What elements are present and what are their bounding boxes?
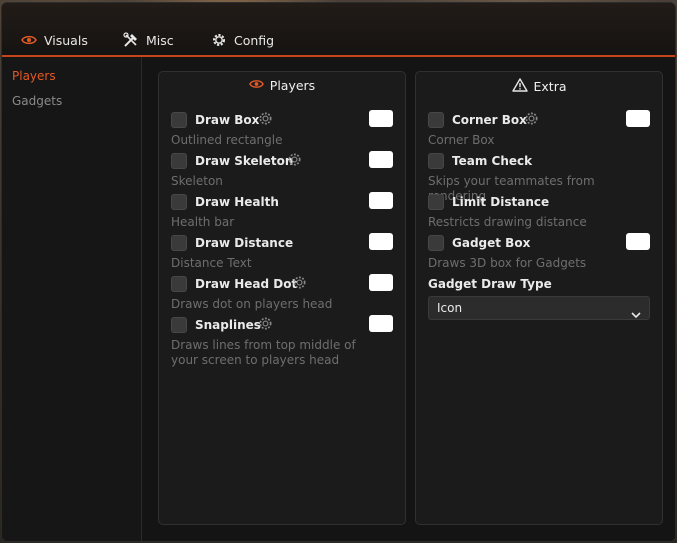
- option-draw-head-dot: Draw Head Dot: [171, 274, 393, 296]
- checkbox[interactable]: [428, 194, 444, 210]
- color-picker[interactable]: [369, 315, 393, 332]
- option-description: Draws dot on players head: [171, 297, 333, 311]
- color-picker[interactable]: [369, 192, 393, 209]
- option-limit-distance: Limit Distance: [428, 194, 650, 214]
- option-label: Draw Head Dot: [195, 277, 298, 291]
- tab-misc[interactable]: Misc: [123, 30, 174, 50]
- checkbox[interactable]: [171, 317, 187, 333]
- eye-icon: [21, 34, 37, 46]
- option-description: your screen to players head: [171, 353, 340, 367]
- option-draw-skeleton: Draw Skeleton: [171, 151, 393, 173]
- checkbox[interactable]: [428, 153, 444, 169]
- gear-icon[interactable]: [258, 316, 273, 335]
- cheat-menu-window: Visuals Misc Config Players Gadgets Play: [1, 2, 676, 542]
- option-draw-health: Draw Health: [171, 192, 393, 214]
- gadget-draw-type-label: Gadget Draw Type: [428, 277, 552, 291]
- warning-icon: [511, 78, 528, 95]
- checkbox[interactable]: [171, 194, 187, 210]
- gadget-draw-type-select[interactable]: Icon: [428, 296, 650, 320]
- color-picker[interactable]: [369, 110, 393, 127]
- sidebar-item-gadgets[interactable]: Gadgets: [12, 94, 62, 108]
- sidebar: Players Gadgets: [2, 57, 142, 541]
- color-picker[interactable]: [369, 151, 393, 168]
- tab-label: Misc: [146, 32, 174, 48]
- option-draw-box: Draw Box: [171, 110, 393, 132]
- option-label: Corner Box: [452, 113, 527, 127]
- tab-visuals[interactable]: Visuals: [21, 30, 88, 50]
- option-description: Draws lines from top middle of: [171, 338, 356, 352]
- option-team-check: Team Check: [428, 153, 650, 173]
- option-gadget-box: Gadget Box: [428, 233, 650, 255]
- tab-config[interactable]: Config: [211, 30, 274, 50]
- panel-header: Extra: [416, 78, 662, 95]
- color-picker[interactable]: [626, 110, 650, 127]
- option-snaplines: Snaplines: [171, 315, 393, 337]
- color-picker[interactable]: [369, 233, 393, 250]
- tab-label: Visuals: [44, 32, 88, 48]
- extra-panel: Extra Corner Box Corner Box Team Check S…: [415, 71, 663, 525]
- option-corner-box: Corner Box: [428, 110, 650, 132]
- checkbox[interactable]: [428, 235, 444, 251]
- panel-title: Players: [269, 78, 316, 93]
- color-picker[interactable]: [369, 274, 393, 291]
- option-label: Draw Health: [195, 195, 279, 209]
- gear-icon[interactable]: [258, 111, 273, 130]
- players-panel: Players Draw Box Outlined rectangle Draw…: [158, 71, 406, 525]
- gear-icon[interactable]: [287, 152, 302, 171]
- option-description: Distance Text: [171, 256, 252, 270]
- gear-icon[interactable]: [292, 275, 307, 294]
- checkbox[interactable]: [171, 276, 187, 292]
- option-label: Snaplines: [195, 318, 261, 332]
- tab-bar: Visuals Misc Config: [2, 3, 675, 57]
- checkbox[interactable]: [171, 153, 187, 169]
- option-description: Skeleton: [171, 174, 223, 188]
- checkbox[interactable]: [171, 112, 187, 128]
- option-label: Team Check: [452, 154, 533, 168]
- chevron-down-icon: [631, 304, 641, 323]
- panel-title: Extra: [533, 79, 567, 94]
- option-label: Draw Skeleton: [195, 154, 294, 168]
- option-description: Restricts drawing distance: [428, 215, 587, 229]
- option-description: Draws 3D box for Gadgets: [428, 256, 587, 270]
- gear-icon[interactable]: [524, 111, 539, 130]
- select-value: Icon: [437, 301, 463, 315]
- eye-icon: [248, 78, 264, 93]
- checkbox[interactable]: [171, 235, 187, 251]
- option-draw-distance: Draw Distance: [171, 233, 393, 255]
- sidebar-item-players[interactable]: Players: [12, 69, 56, 83]
- option-label: Gadget Box: [452, 236, 531, 250]
- option-label: Draw Distance: [195, 236, 294, 250]
- option-description: Corner Box: [428, 133, 495, 147]
- option-label: Limit Distance: [452, 195, 550, 209]
- option-label: Draw Box: [195, 113, 260, 127]
- content-area: Players Draw Box Outlined rectangle Draw…: [142, 57, 675, 541]
- option-description: Health bar: [171, 215, 235, 229]
- option-description: Outlined rectangle: [171, 133, 283, 147]
- checkbox[interactable]: [428, 112, 444, 128]
- color-picker[interactable]: [626, 233, 650, 250]
- tools-icon: [123, 32, 139, 48]
- panel-header: Players: [159, 78, 405, 93]
- gear-icon: [211, 32, 227, 48]
- tab-label: Config: [234, 32, 275, 48]
